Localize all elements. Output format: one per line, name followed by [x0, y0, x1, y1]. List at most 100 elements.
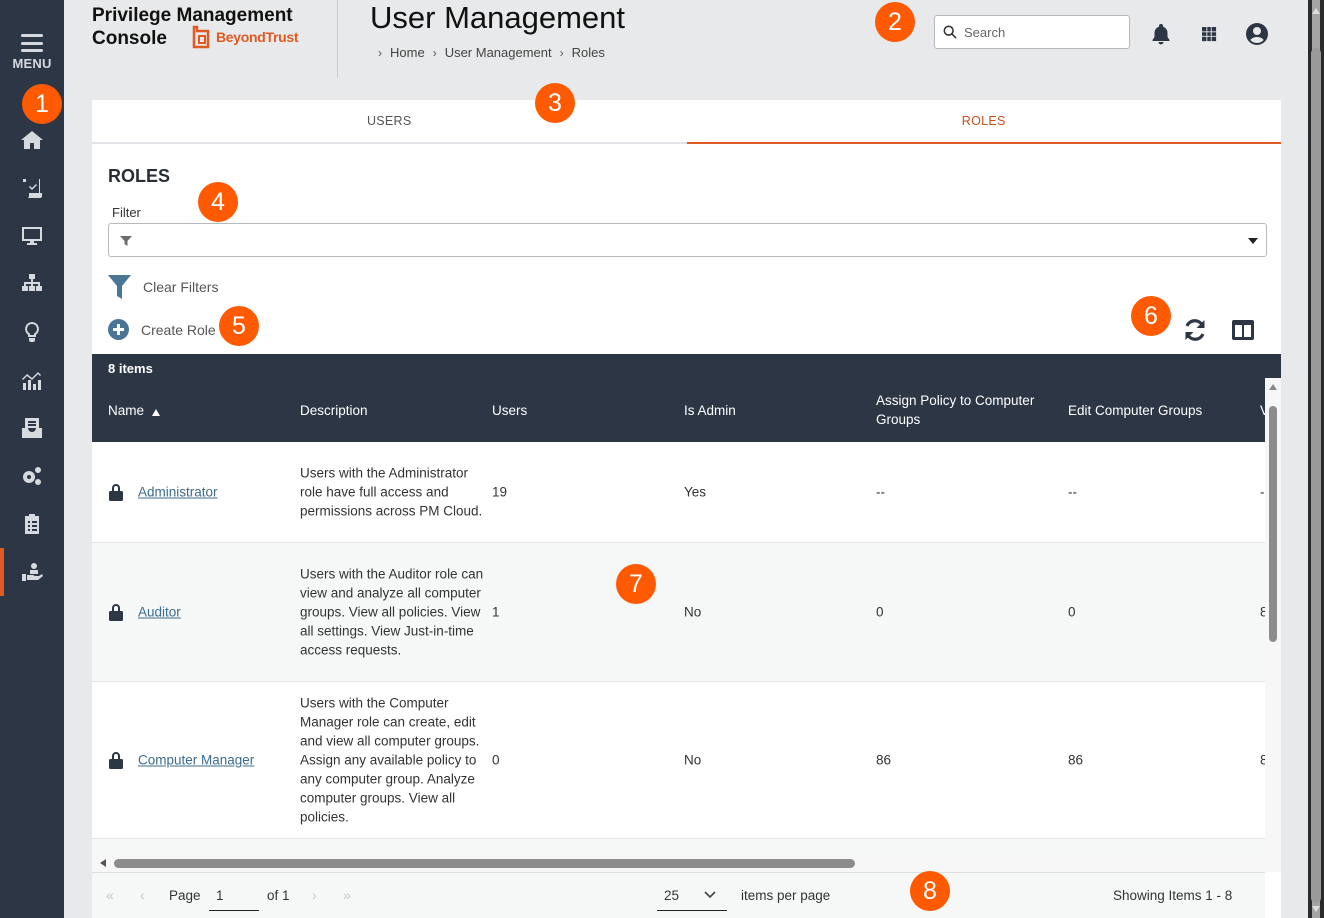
grid-horizontal-scrollbar[interactable] — [92, 854, 1265, 872]
scrollbar-thumb[interactable] — [1269, 406, 1277, 642]
page-size-select[interactable]: 25 — [657, 881, 727, 911]
policy-scroll-icon — [23, 179, 42, 198]
clear-filters-button[interactable]: Clear Filters — [108, 274, 218, 300]
grid-header: 8 items Name Description Users Is Admin … — [92, 354, 1281, 442]
grid-vertical-scrollbar[interactable] — [1265, 378, 1281, 872]
pager: « ‹ Page of 1 › » 25 items per page Show… — [92, 872, 1265, 918]
scroll-up-arrow-icon[interactable] — [1312, 8, 1320, 14]
tab-bar: USERS ROLES — [92, 100, 1281, 144]
edit-groups-value: 0 — [1068, 604, 1076, 620]
beyondtrust-logo: BeyondTrust — [192, 25, 299, 49]
role-description: Users with the Computer Manager role can… — [300, 695, 480, 825]
is-admin-value: No — [684, 604, 702, 620]
column-header-description[interactable]: Description — [300, 390, 368, 430]
page-number-input[interactable] — [209, 881, 259, 911]
breadcrumb-roles[interactable]: Roles — [572, 45, 605, 60]
annotation-badge: 2 — [875, 2, 915, 42]
user-circle-icon — [1246, 23, 1268, 45]
grid-body: Administrator Users with the Administrat… — [92, 442, 1268, 872]
annotation-badge: 8 — [910, 871, 950, 911]
user-profile-button[interactable] — [1244, 21, 1270, 47]
sidebar-item-requests[interactable] — [0, 404, 64, 452]
sidebar-item-computers[interactable] — [0, 212, 64, 260]
page-size-value: 25 — [664, 888, 680, 903]
annotation-badge: 5 — [219, 306, 259, 346]
users-count: 0 — [492, 752, 500, 768]
refresh-button[interactable] — [1181, 316, 1209, 344]
column-header-users[interactable]: Users — [492, 390, 527, 430]
columns-button[interactable] — [1229, 316, 1257, 344]
notifications-button[interactable] — [1148, 21, 1174, 47]
users-count: 1 — [492, 604, 500, 620]
scrollbar-thumb[interactable] — [1311, 48, 1321, 903]
tab-users[interactable]: USERS — [92, 100, 687, 142]
column-header-is-admin[interactable]: Is Admin — [684, 390, 736, 430]
sidebar: MENU — [0, 0, 64, 918]
apps-button[interactable] — [1196, 21, 1222, 47]
breadcrumb: › Home › User Management › Roles — [378, 45, 605, 60]
scroll-up-arrow-icon[interactable] — [1269, 384, 1277, 390]
annotation-badge: 3 — [535, 83, 575, 123]
last-page-button[interactable]: » — [343, 887, 351, 903]
lock-icon — [109, 604, 123, 621]
items-count: 8 items — [108, 361, 153, 376]
chart-icon — [22, 372, 41, 390]
breadcrumb-separator: › — [432, 45, 437, 60]
column-header-assign-policy[interactable]: Assign Policy to Computer Groups — [876, 390, 1056, 430]
sidebar-item-groups[interactable] — [0, 260, 64, 308]
annotation-badge: 1 — [22, 84, 62, 124]
role-description: Users with the Administrator role have f… — [300, 465, 483, 519]
role-name-link[interactable]: Auditor — [138, 605, 181, 620]
items-per-page-label: items per page — [741, 888, 831, 903]
dropdown-caret-icon — [1248, 238, 1258, 244]
filter-dropdown[interactable] — [108, 223, 1267, 257]
main-card: USERS ROLES ROLES Filter Clear Filters C… — [92, 100, 1281, 918]
sidebar-item-configuration[interactable] — [0, 452, 64, 500]
tab-roles[interactable]: ROLES — [686, 100, 1282, 144]
sidebar-item-policies[interactable] — [0, 164, 64, 212]
grid-apps-icon — [1202, 27, 1217, 42]
truncated-value: - — [1260, 484, 1265, 500]
create-role-button[interactable]: Create Role — [108, 319, 216, 340]
lightbulb-icon — [25, 322, 39, 342]
is-admin-value: No — [684, 752, 702, 768]
scroll-down-arrow-icon[interactable] — [1312, 906, 1320, 912]
breadcrumb-home[interactable]: Home — [390, 45, 425, 60]
columns-icon — [1232, 320, 1254, 340]
menu-button[interactable]: MENU — [0, 30, 64, 78]
is-admin-value: Yes — [684, 484, 707, 500]
breadcrumb-user-management[interactable]: User Management — [445, 45, 552, 60]
lock-icon — [109, 484, 123, 501]
sidebar-item-user-management[interactable] — [0, 548, 64, 596]
table-row: Administrator Users with the Administrat… — [92, 442, 1265, 543]
column-header-edit-computer-groups[interactable]: Edit Computer Groups — [1068, 390, 1202, 430]
beyondtrust-logo-icon — [192, 25, 210, 49]
scrollbar-thumb[interactable] — [114, 859, 855, 868]
sidebar-item-activity-audits[interactable] — [0, 500, 64, 548]
edit-groups-value: -- — [1068, 484, 1077, 500]
breadcrumb-separator: › — [378, 45, 382, 60]
search-icon — [943, 25, 957, 39]
table-row: Auditor Users with the Auditor role can … — [92, 543, 1268, 682]
sidebar-item-home[interactable] — [0, 116, 64, 164]
assign-policy-value: 86 — [876, 752, 892, 768]
sidebar-item-reports[interactable] — [0, 356, 64, 404]
search-input[interactable] — [964, 24, 1124, 40]
previous-page-button[interactable]: ‹ — [140, 887, 145, 903]
column-label: Edit Computer Groups — [1068, 402, 1203, 418]
users-count: 19 — [492, 484, 508, 500]
role-name-link[interactable]: Administrator — [138, 485, 218, 500]
filter-funnel-icon — [120, 236, 132, 246]
scroll-left-arrow-icon[interactable] — [100, 859, 106, 867]
search-box[interactable] — [934, 15, 1130, 49]
sidebar-item-analytics[interactable] — [0, 308, 64, 356]
logo-text: BeyondTrust — [216, 28, 299, 45]
refresh-icon — [1185, 319, 1205, 341]
next-page-button[interactable]: › — [312, 887, 317, 903]
page-scrollbar[interactable] — [1308, 0, 1324, 918]
role-name-link[interactable]: Computer Manager — [138, 753, 254, 768]
first-page-button[interactable]: « — [106, 887, 114, 903]
gears-icon — [23, 467, 41, 485]
section-title: ROLES — [108, 166, 171, 186]
column-header-name[interactable]: Name — [108, 390, 161, 430]
